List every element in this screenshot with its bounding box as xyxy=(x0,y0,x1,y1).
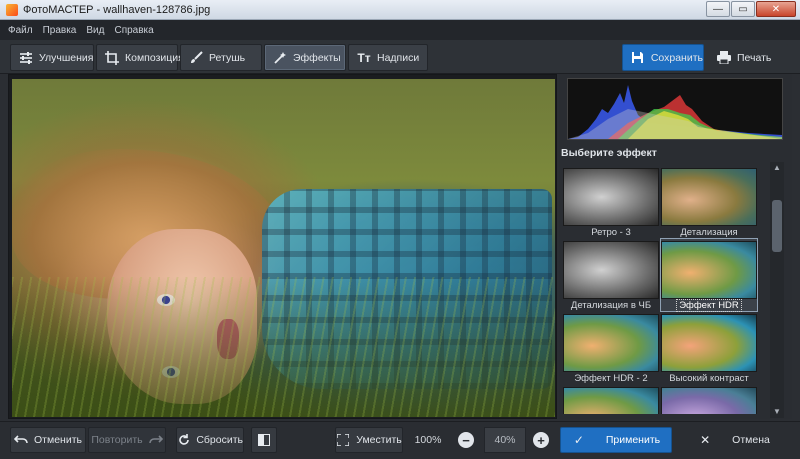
bottom-toolbar: Отменить Повторить Сбросить Уместить 100… xyxy=(0,421,800,459)
apply-button[interactable]: ✓ Применить xyxy=(560,427,672,453)
fit-screen-icon xyxy=(336,433,350,447)
cancel-button[interactable]: ✕ Отмена xyxy=(678,427,790,453)
main-toolbar: Улучшения Композиция Ретушь Эффекты Tт Н… xyxy=(0,40,800,74)
effect-item-retro-3[interactable]: Ретро - 3 xyxy=(563,166,659,238)
window-controls: — ▭ ✕ xyxy=(706,1,796,17)
close-button[interactable]: ✕ xyxy=(756,1,796,17)
effect-item-detail-bw[interactable]: Детализация в ЧБ xyxy=(563,239,659,311)
cancel-label: Отмена xyxy=(732,434,770,446)
photo-preview xyxy=(12,79,555,417)
photo-grass-region xyxy=(12,277,555,417)
scrollbar-thumb[interactable] xyxy=(772,200,782,252)
printer-icon xyxy=(717,51,731,65)
image-canvas[interactable] xyxy=(8,74,557,419)
title-bar: ФотоМАСТЕР - wallhaven-128786.jpg — ▭ ✕ xyxy=(0,0,800,20)
text-icon: Tт xyxy=(357,50,371,65)
menu-bar: Файл Правка Вид Справка xyxy=(0,20,800,40)
menu-edit[interactable]: Правка xyxy=(43,25,77,36)
app-logo-icon xyxy=(6,3,18,16)
floppy-disk-icon xyxy=(631,51,645,65)
apply-label: Применить xyxy=(605,434,661,446)
undo-label: Отменить xyxy=(34,434,82,446)
maximize-button[interactable]: ▭ xyxy=(731,1,755,17)
effect-item-partial[interactable] xyxy=(563,385,659,414)
window-title: ФотоМАСТЕР - wallhaven-128786.jpg xyxy=(23,3,211,16)
effects-grid: Ретро - 3 Детализация Детализация в ЧБ Э… xyxy=(561,162,759,414)
tab-label: Эффекты xyxy=(293,51,341,64)
effect-item-high-contrast[interactable]: Высокий контраст xyxy=(661,312,757,384)
effect-thumbnail xyxy=(661,241,757,299)
effects-panel: Выберите эффект Ретро - 3 Детализация Де… xyxy=(559,74,792,419)
zoom-in-icon[interactable]: + xyxy=(533,432,549,448)
effect-item-detail[interactable]: Детализация xyxy=(661,166,757,238)
fit-label: Уместить xyxy=(356,434,402,446)
effect-thumbnail xyxy=(661,168,757,226)
scroll-up-arrow-icon[interactable]: ▲ xyxy=(770,162,784,174)
tab-label: Улучшения xyxy=(39,51,94,64)
effect-thumbnail xyxy=(563,168,659,226)
close-x-icon: ✕ xyxy=(700,433,711,447)
histogram xyxy=(567,78,783,140)
compare-button[interactable] xyxy=(251,427,277,453)
tab-enhancements[interactable]: Улучшения xyxy=(10,44,94,71)
panel-title: Выберите эффект xyxy=(561,147,657,159)
zoom-100-button[interactable]: 100% xyxy=(406,427,450,453)
scroll-down-arrow-icon[interactable]: ▼ xyxy=(770,406,784,418)
redo-label: Повторить xyxy=(91,434,143,446)
effect-label-text: Эффект HDR xyxy=(676,299,742,312)
menu-file[interactable]: Файл xyxy=(8,25,33,36)
tab-composition[interactable]: Композиция xyxy=(96,44,184,71)
sliders-icon xyxy=(19,51,33,65)
tab-label: Композиция xyxy=(125,51,184,64)
effect-label: Эффект HDR xyxy=(661,299,757,312)
effect-item-hdr-2[interactable]: Эффект HDR - 2 xyxy=(563,312,659,384)
tab-captions[interactable]: Tт Надписи xyxy=(348,44,428,71)
fit-to-screen-button[interactable]: Уместить xyxy=(335,427,403,453)
compare-before-after-icon xyxy=(257,433,271,447)
print-button[interactable]: Печать xyxy=(708,44,788,71)
reset-button[interactable]: Сбросить xyxy=(176,427,244,453)
redo-arrow-icon xyxy=(148,433,163,447)
effect-label: Высокий контраст xyxy=(669,373,749,384)
save-button[interactable]: Сохранить xyxy=(622,44,704,71)
undo-button[interactable]: Отменить xyxy=(10,427,86,453)
tab-retouch[interactable]: Ретушь xyxy=(180,44,262,71)
save-label: Сохранить xyxy=(650,51,703,64)
tab-label: Ретушь xyxy=(209,51,246,64)
brush-icon xyxy=(189,50,203,65)
reset-label: Сбросить xyxy=(196,434,243,446)
redo-button[interactable]: Повторить xyxy=(88,427,166,453)
magic-wand-icon xyxy=(273,51,287,65)
tab-label: Надписи xyxy=(377,51,420,64)
effect-item-partial[interactable] xyxy=(661,385,757,414)
effect-label: Эффект HDR - 2 xyxy=(574,373,648,384)
zoom-level-field[interactable]: 40% xyxy=(484,427,526,453)
effects-scrollbar[interactable]: ▲ ▼ xyxy=(770,162,784,418)
checkmark-icon: ✓ xyxy=(573,433,584,447)
print-label: Печать xyxy=(737,51,772,64)
zoom-out-icon[interactable]: − xyxy=(458,432,474,448)
minimize-button[interactable]: — xyxy=(706,1,730,17)
reset-circular-arrow-icon xyxy=(177,433,190,447)
effect-thumbnail xyxy=(661,314,757,372)
tab-effects[interactable]: Эффекты xyxy=(264,44,346,71)
effect-label: Ретро - 3 xyxy=(591,227,631,238)
effect-thumbnail xyxy=(563,387,659,414)
menu-view[interactable]: Вид xyxy=(86,25,104,36)
crop-icon xyxy=(105,50,119,65)
effect-thumbnail xyxy=(661,387,757,414)
menu-help[interactable]: Справка xyxy=(114,25,153,36)
effect-label: Детализация xyxy=(680,227,738,238)
effect-thumbnail xyxy=(563,241,659,299)
effect-thumbnail xyxy=(563,314,659,372)
undo-arrow-icon xyxy=(14,433,28,447)
effect-label: Детализация в ЧБ xyxy=(570,300,652,311)
effect-item-hdr[interactable]: Эффект HDR xyxy=(660,238,758,312)
